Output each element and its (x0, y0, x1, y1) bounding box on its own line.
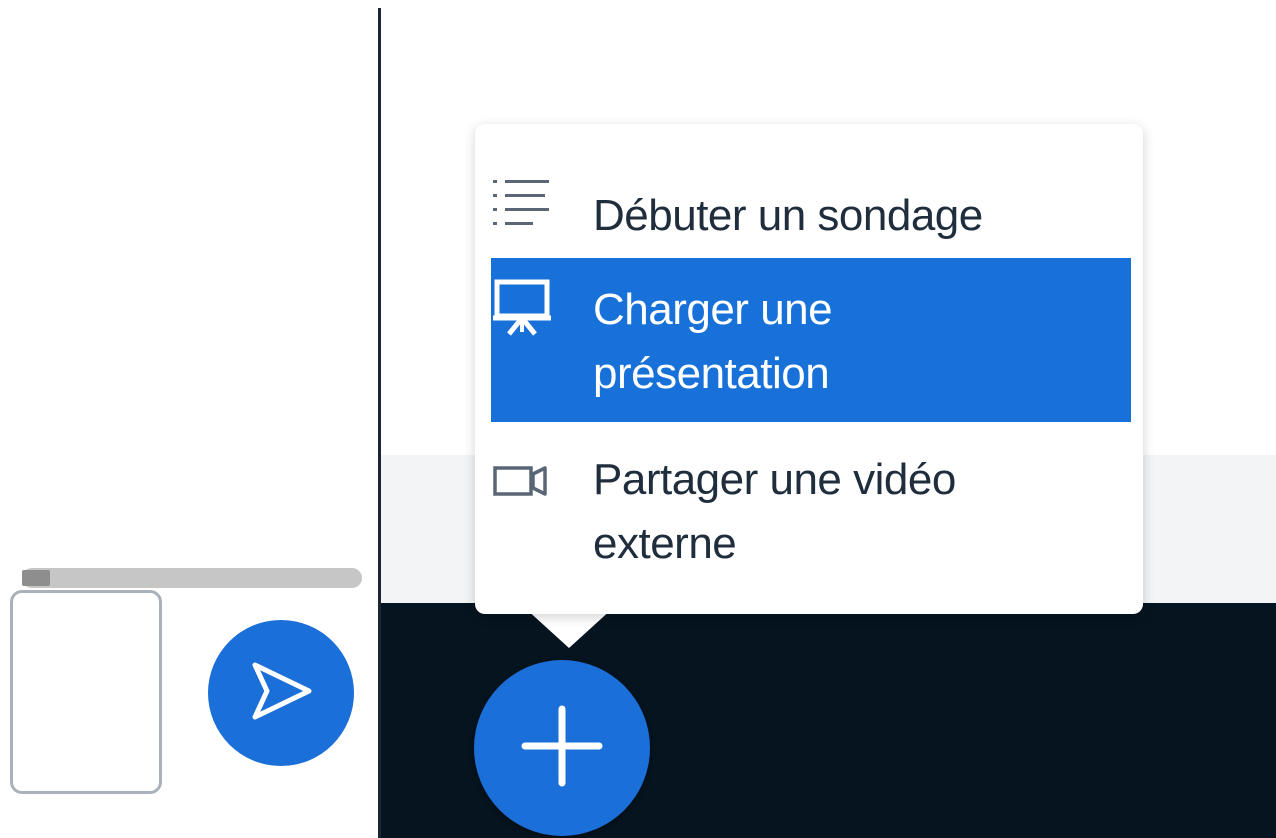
menu-item-label: Charger une présentation (593, 278, 833, 406)
menu-item-label: Partager une vidéo externe (593, 448, 956, 576)
actions-plus-button[interactable] (474, 660, 650, 836)
plus-icon (517, 701, 607, 796)
menu-item-start-poll[interactable]: Débuter un sondage (491, 172, 1131, 242)
video-camera-icon (491, 456, 553, 506)
menu-item-label-line1: Charger une (593, 285, 833, 334)
send-message-button[interactable] (208, 620, 354, 766)
chat-scrollbar-track[interactable] (22, 568, 362, 588)
chat-scrollbar-thumb[interactable] (22, 570, 50, 586)
actions-dropdown-menu: Débuter un sondage Charger une présentat… (475, 124, 1143, 614)
menu-pointer (525, 608, 613, 648)
send-icon (241, 651, 321, 736)
menu-item-upload-presentation[interactable]: Charger une présentation (491, 258, 1131, 422)
menu-item-label-line1: Partager une vidéo (593, 455, 956, 504)
chat-message-input[interactable] (10, 590, 162, 794)
presentation-icon (491, 276, 553, 338)
menu-item-label: Débuter un sondage (593, 191, 983, 240)
menu-item-label-line2: externe (593, 519, 737, 568)
menu-item-share-external-video[interactable]: Partager une vidéo externe (491, 448, 1131, 588)
menu-item-label-line2: présentation (593, 349, 830, 398)
poll-list-icon (491, 176, 553, 236)
